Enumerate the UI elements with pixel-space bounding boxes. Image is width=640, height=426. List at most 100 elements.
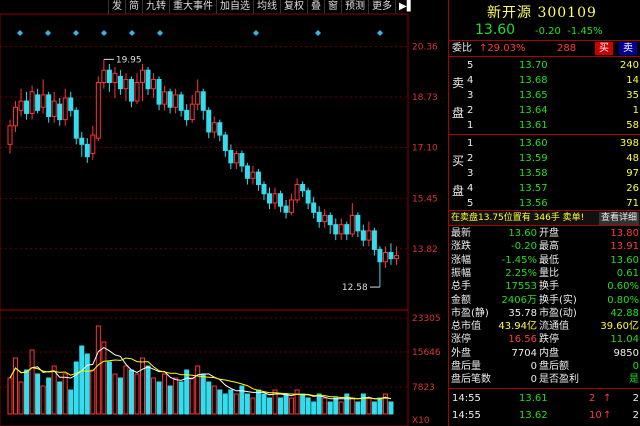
event-diamond-icon [129,30,135,36]
book-price: 13.61 [519,120,548,131]
tick-volume: 10 [589,410,602,421]
kline-chart[interactable]: 20.36 18.73 17.10 15.45 13.82 23305 15646 7823 X… [0,0,448,426]
stat-value: 0.61 [616,267,639,279]
stat-label: 流通值 [539,321,569,333]
book-row[interactable]: 4 13.57 26 [449,182,640,195]
stat-value: 13.91 [610,241,639,253]
book-row[interactable]: 5 13.56 71 [449,197,640,210]
book-volume: 58 [626,120,639,131]
stat-value: 是 [629,374,639,386]
book-volume: 398 [619,138,639,149]
tick-volume: 2 [589,393,596,404]
candle-body [68,97,74,111]
event-diamond-icon [17,30,23,36]
candle-body [294,183,300,201]
change-pct: -1.45% [567,26,603,37]
stat-label: 金额 [451,294,471,306]
stat-label: 盘后笔数 [451,374,491,386]
volume-bar [178,381,184,415]
book-row[interactable]: 2 13.64 1 [449,104,640,117]
book-row[interactable]: 5 13.70 240 [449,59,640,72]
high-label: 19.95 [116,55,142,65]
book-level: 3 [467,168,474,179]
vol-tick-label: 15646 [412,348,441,358]
stat-label: 是否盈利 [539,374,579,386]
vol-tick-label: X10 [412,416,430,426]
notice-row: 在卖盘13.75位置有 346手 卖单! 查看详细 [449,212,640,225]
last-price: 13.60 [475,22,516,38]
stat-label: 量比 [539,267,559,279]
volume-bar [371,401,377,415]
volume-bar [173,377,179,415]
notice-link[interactable]: 查看详细 [599,212,640,225]
book-row[interactable]: 1 13.61 58 [449,119,640,132]
candle-body [117,75,123,90]
event-diamond-icon [45,30,51,36]
stat-label: 市盈(动) [539,307,577,319]
candle-body [140,69,146,84]
candle-body [371,230,377,250]
stat-label: 开盘 [539,228,559,239]
volume-bar [355,401,361,415]
candle-body [106,69,112,84]
candle-body [189,103,195,121]
book-row[interactable]: 4 13.68 14 [449,74,640,87]
buy-button[interactable]: 买 [595,42,613,55]
book-row[interactable]: 1 13.60 398 [449,137,640,150]
low-label: 12.58 [342,283,368,293]
book-row[interactable]: 2 13.59 48 [449,152,640,165]
candle-body [388,251,394,260]
book-row[interactable]: 3 13.58 97 [449,167,640,180]
candle-body [211,122,217,133]
stat-value: 0 [530,374,537,386]
stat-row: 涨停 16.56 跌停 11.04 [449,333,640,346]
event-diamond-icon [315,30,321,36]
candle-body [123,78,129,90]
volume-bar [283,393,289,415]
stat-value: 0.60% [607,281,639,293]
candle-body [18,100,24,111]
candle-body [90,134,96,155]
candle-body [145,69,151,90]
stat-label: 外盘 [451,347,471,359]
candle-body [24,100,30,114]
volume-bar [40,385,46,415]
price-line: 13.60 [475,22,515,38]
candle-body [95,82,101,139]
book-level: 4 [467,183,474,194]
volume-bar [106,361,112,415]
book-level: 4 [467,75,474,86]
volume-bar [211,385,217,415]
stock-code: 300109 [537,5,597,21]
weibi-diff: 288 [557,43,577,54]
book-price: 13.59 [519,153,548,164]
volume-bar [261,393,267,415]
stat-value: 7704 [511,347,537,359]
stat-row: 金额 2406万 换手(实) 0.80% [449,294,640,307]
candle-body [322,214,328,223]
book-level: 1 [467,120,474,131]
tick-flag: 2 [632,410,639,421]
stat-row: 总手 17553 换手 0.60% [449,280,640,293]
volume-bar [35,373,41,415]
vol-tick-label: 7823 [412,383,435,393]
volume-bar [151,377,157,415]
candle-body [261,183,267,195]
volume-bar [327,401,333,415]
book-level: 2 [467,153,474,164]
stat-value: 11.04 [610,334,639,346]
volume-bar [90,369,96,415]
stat-label: 盘后量 [451,361,481,372]
candle-body [244,165,250,179]
candle-body [173,94,179,108]
event-diamond-icon [377,30,383,36]
volume-bar [305,397,311,415]
sell-button[interactable]: 卖 [619,42,637,55]
book-volume: 97 [626,168,639,179]
book-row[interactable]: 3 13.65 35 [449,89,640,102]
candle-body [239,153,245,167]
volume-bar [13,357,19,415]
stat-label: 涨幅 [451,254,471,266]
stat-label: 跌停 [539,334,559,346]
candle-body [40,94,46,108]
